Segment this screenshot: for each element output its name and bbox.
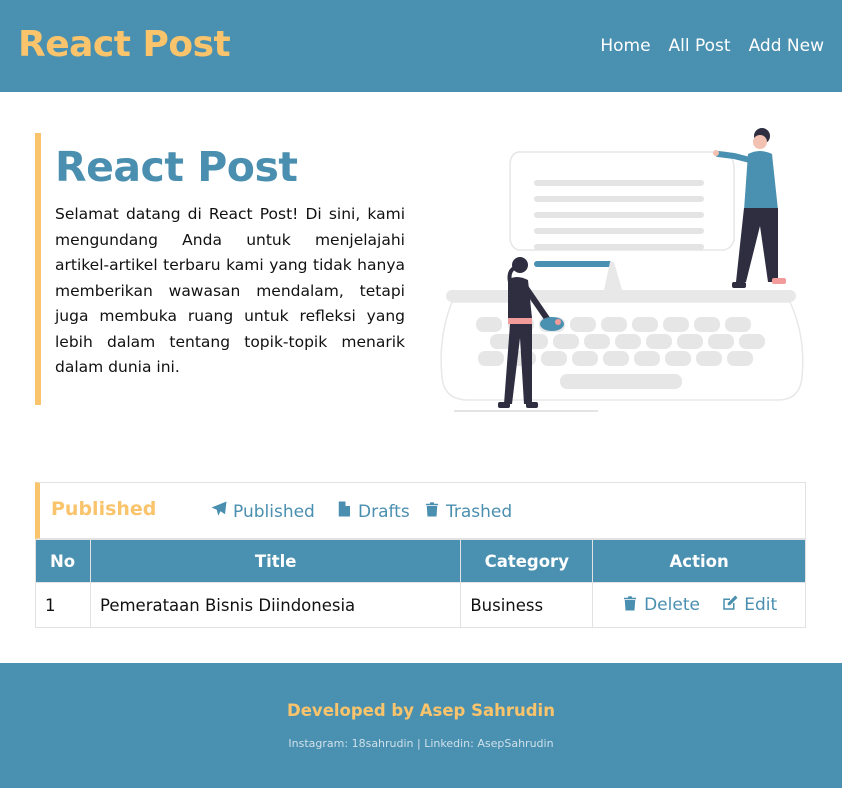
tab-drafts-label: Drafts [358,501,410,522]
nav-link-home[interactable]: Home [600,36,650,56]
edit-button[interactable]: Edit [721,594,777,617]
cell-category: Business [460,582,594,628]
navbar: React Post Home All Post Add New [0,0,842,92]
nav-link-all-post[interactable]: All Post [669,36,731,56]
delete-button[interactable]: Delete [621,594,700,617]
tab-published[interactable]: Published [210,500,315,523]
hero-description: Selamat datang di React Post! Di sini, k… [55,205,405,376]
hero-section: React Post Selamat datang di React Post!… [35,133,405,405]
cell-action: Delete Edit [592,582,806,628]
cell-no: 1 [35,582,91,628]
nav-links: Home All Post Add New [600,36,824,56]
tab-published-label: Published [233,501,315,522]
footer-title: Developed by Asep Sahrudin [287,701,555,720]
column-header-no: No [35,539,91,583]
paper-plane-icon [210,500,228,523]
column-header-category: Category [460,539,594,583]
tabs-bar: Published Published Drafts Trashed [35,482,806,539]
edit-label: Edit [744,595,778,615]
footer-social: Instagram: 18sahrudin | Linkedin: AsepSa… [288,737,554,750]
footer: Developed by Asep Sahrudin Instagram: 18… [0,663,842,788]
table-header-row: No Title Category Action [35,539,806,583]
column-header-action: Action [592,539,806,583]
typewriter-illustration [438,122,810,417]
posts-panel: Published Published Drafts Trashed No Ti… [35,482,806,628]
cell-title: Pemerataan Bisnis Diindonesia [89,582,462,628]
file-icon [335,500,353,523]
tab-trashed-label: Trashed [446,501,513,522]
nav-link-add-new[interactable]: Add New [749,36,824,56]
brand-logo[interactable]: React Post [18,24,231,65]
trash-icon [621,594,639,617]
edit-icon [721,594,739,617]
hero-title: React Post [55,143,298,191]
table-row: 1 Pemerataan Bisnis Diindonesia Business… [35,582,806,628]
delete-label: Delete [644,595,700,615]
trash-icon [423,500,441,523]
posts-table: No Title Category Action 1 Pemerataan Bi… [35,539,806,628]
column-header-title: Title [89,539,462,583]
tab-trashed[interactable]: Trashed [423,500,512,523]
posts-section-title: Published [51,498,157,520]
tab-drafts[interactable]: Drafts [335,500,410,523]
